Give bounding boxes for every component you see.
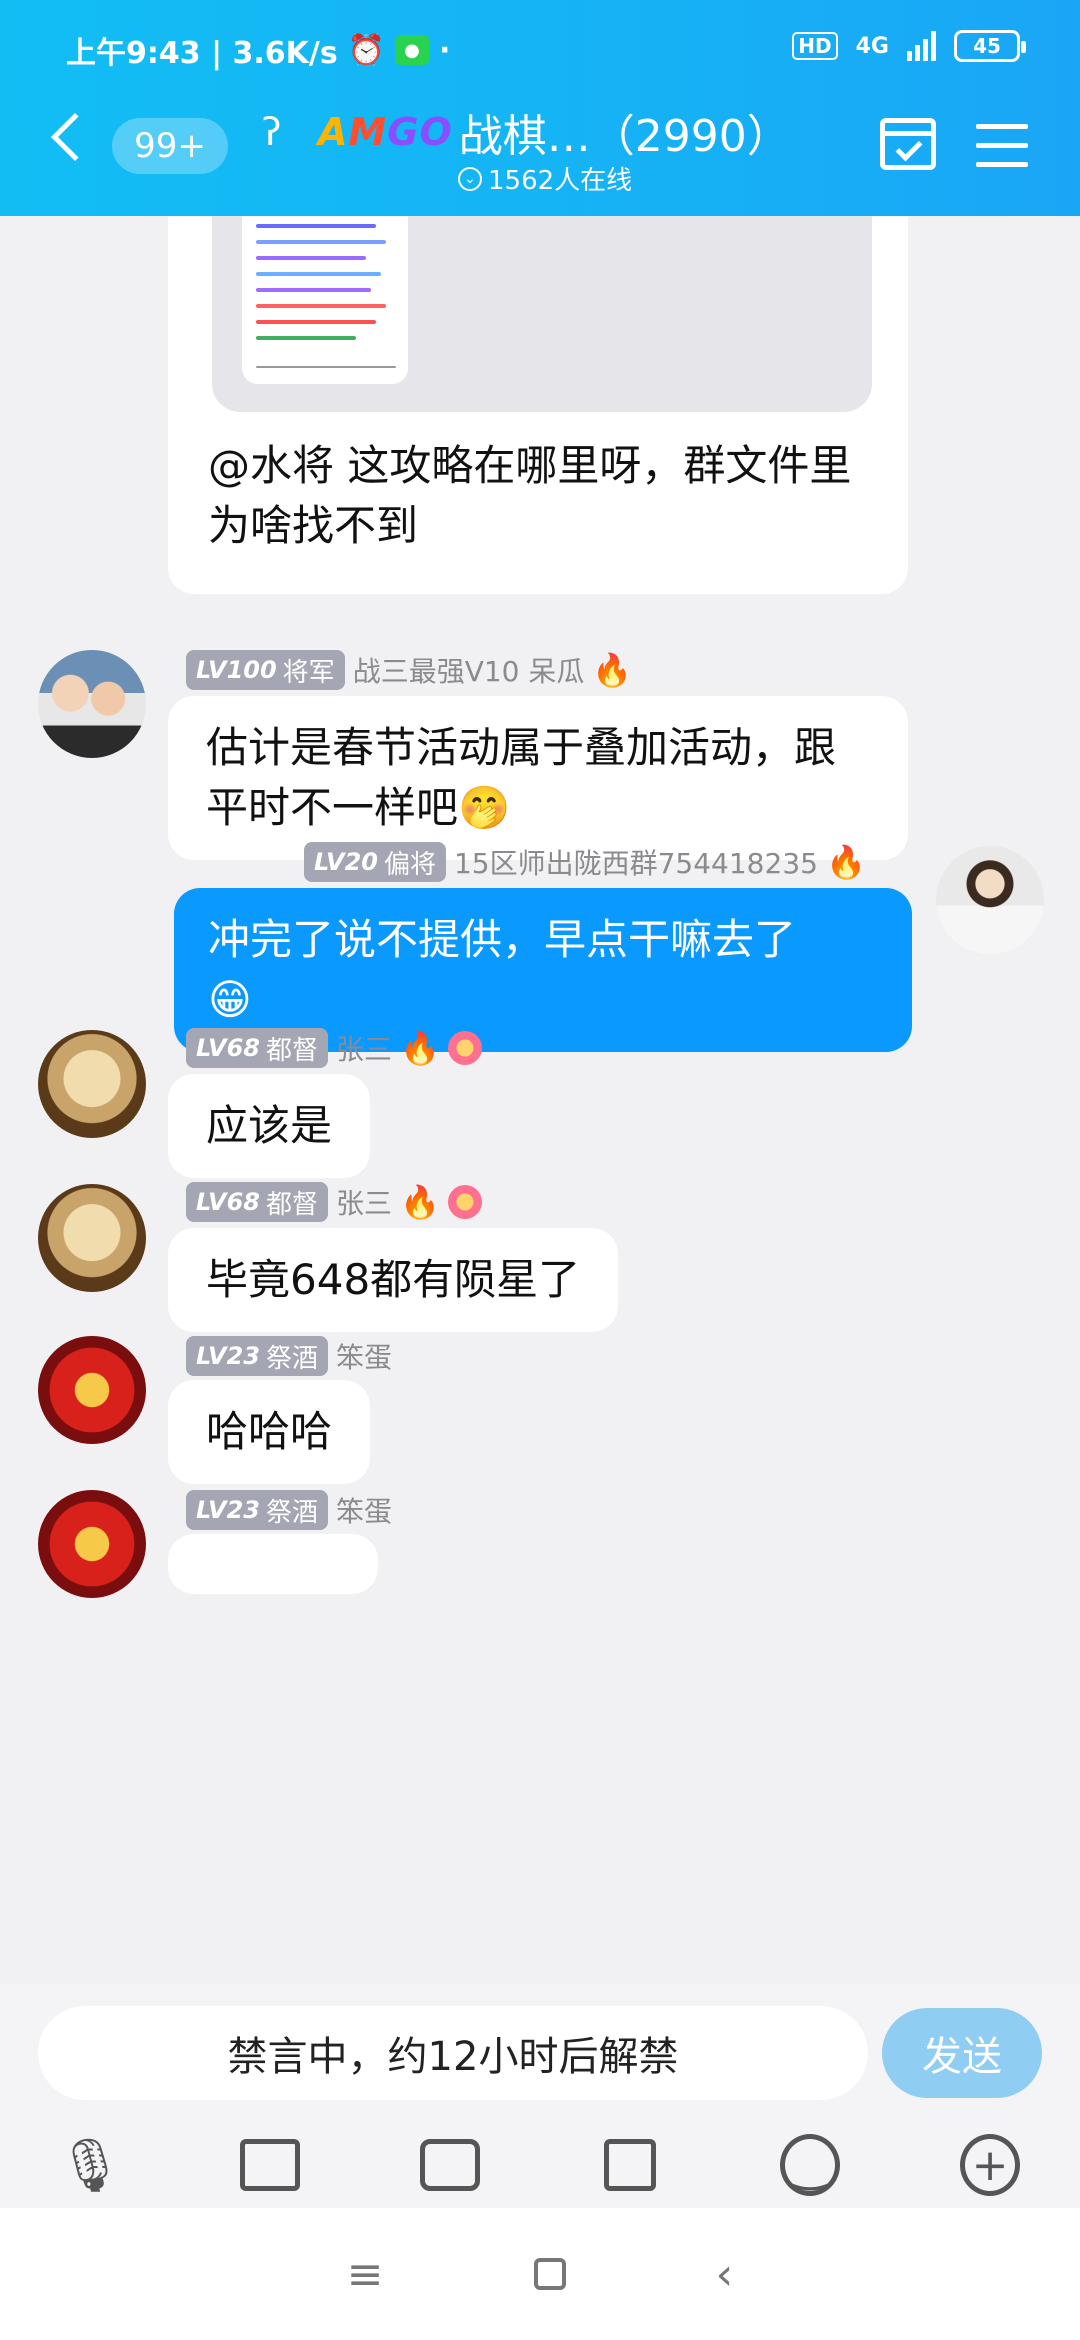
rank-label: 都督 bbox=[265, 1189, 318, 1220]
battery-icon: 45 bbox=[954, 30, 1026, 62]
rank-label: 都督 bbox=[265, 1035, 318, 1066]
system-nav-bar: ≡ ‹ bbox=[0, 2208, 1080, 2340]
rank-label: 将军 bbox=[282, 657, 335, 688]
message-text: 应该是 bbox=[206, 1101, 333, 1150]
sender-meta: LV68 都督 张三 🔥 bbox=[186, 1028, 482, 1068]
image-icon[interactable] bbox=[240, 2135, 300, 2195]
level-badge: LV100 将军 bbox=[186, 650, 345, 690]
avatar[interactable] bbox=[38, 1336, 146, 1444]
message-text: 估计是春节活动属于叠加活动，跟平时不一样吧 bbox=[206, 723, 837, 832]
avatar[interactable] bbox=[38, 1030, 146, 1138]
level-badge: LV68 都督 bbox=[186, 1182, 328, 1222]
back-nav-icon[interactable]: ‹ bbox=[716, 2249, 734, 2300]
sender-name[interactable]: 战三最强V10 呆瓜 bbox=[353, 650, 585, 690]
message-bubble[interactable]: 哈哈哈 bbox=[168, 1380, 371, 1484]
menu-icon[interactable] bbox=[976, 124, 1028, 181]
avatar[interactable] bbox=[936, 846, 1044, 954]
sender-name[interactable]: 张三 bbox=[336, 1028, 392, 1068]
level-badge: LV68 都督 bbox=[186, 1028, 328, 1068]
sender-name[interactable]: 15区师出陇西群754418235 bbox=[454, 842, 818, 882]
message-text: 毕竟648都有陨星了 bbox=[206, 1255, 581, 1304]
image-message-card[interactable]: @水将 这攻略在哪里呀，群文件里为啥找不到 bbox=[168, 216, 908, 594]
back-icon[interactable] bbox=[50, 112, 100, 162]
rank-label: 偏将 bbox=[383, 849, 436, 880]
level-badge: LV23 祭酒 bbox=[186, 1336, 328, 1376]
sender-meta: LV68 都督 张三 🔥 bbox=[186, 1182, 482, 1222]
rank-label: 祭酒 bbox=[265, 1497, 318, 1528]
chat-header: 上午9:43 | 3.6K/s ⏰ ● · HD 4G 45 99+ ʔ AMG… bbox=[0, 0, 1080, 216]
flame-icon: 🔥 bbox=[400, 1029, 440, 1067]
alarm-icon: ⏰ bbox=[347, 32, 386, 68]
message-text: 冲完了说不提供，早点干嘛去了 bbox=[208, 915, 797, 964]
emoji: 😁 bbox=[208, 975, 252, 1024]
message-bubble[interactable]: 应该是 bbox=[168, 1074, 371, 1178]
muted-notice: 禁言中，约12小时后解禁 bbox=[227, 2034, 679, 2080]
message-bubble[interactable]: 估计是春节活动属于叠加活动，跟平时不一样吧🤭 bbox=[168, 696, 908, 860]
home-icon[interactable] bbox=[533, 2258, 566, 2290]
avatar[interactable] bbox=[38, 1490, 146, 1598]
ear-icon[interactable]: ʔ bbox=[262, 110, 281, 154]
dot-icon: · bbox=[439, 32, 451, 68]
file-icon[interactable] bbox=[600, 2135, 660, 2195]
level-badge: LV20 偏将 bbox=[304, 842, 446, 882]
battery-level: 45 bbox=[973, 34, 1001, 58]
chevron-down-icon: ⌄ bbox=[458, 166, 482, 191]
recent-apps-icon[interactable]: ≡ bbox=[347, 2249, 384, 2300]
flame-icon: 🔥 bbox=[400, 1183, 440, 1221]
signal-icon bbox=[907, 31, 936, 61]
hd-icon: HD bbox=[792, 32, 838, 60]
input-bar: 禁言中，约12小时后解禁 发送 bbox=[0, 1984, 1080, 2122]
sender-meta: LV23 祭酒 笨蛋 bbox=[186, 1490, 392, 1530]
sender-meta: LV100 将军 战三最强V10 呆瓜 🔥 bbox=[186, 650, 632, 690]
rank-label: 祭酒 bbox=[265, 1343, 318, 1374]
message-input[interactable]: 禁言中，约12小时后解禁 bbox=[38, 2006, 868, 2100]
message-bubble[interactable]: 毕竟648都有陨星了 bbox=[168, 1228, 619, 1332]
network-label: 4G bbox=[855, 33, 889, 59]
mic-icon[interactable]: 🎙 bbox=[57, 2135, 123, 2196]
level-number: LV23 bbox=[196, 1496, 260, 1524]
avatar[interactable] bbox=[38, 1184, 146, 1292]
flower-icon bbox=[447, 1031, 482, 1065]
screenshot-thumbnail bbox=[242, 216, 408, 384]
level-number: LV23 bbox=[196, 1342, 260, 1370]
group-title: 战棋…（2990） bbox=[458, 111, 791, 162]
sender-meta: LV23 祭酒 笨蛋 bbox=[186, 1336, 392, 1376]
level-number: LV20 bbox=[314, 848, 378, 876]
emoji: 🤭 bbox=[458, 783, 511, 832]
send-button[interactable]: 发送 bbox=[882, 2008, 1042, 2098]
image-preview[interactable] bbox=[212, 216, 872, 412]
message-text: @水将 这攻略在哪里呀，群文件里为啥找不到 bbox=[208, 441, 852, 550]
level-number: LV68 bbox=[196, 1188, 260, 1216]
avatar[interactable] bbox=[38, 650, 146, 758]
sender-name[interactable]: 张三 bbox=[336, 1182, 392, 1222]
group-logo: AMGO bbox=[318, 110, 453, 154]
sender-name[interactable]: 笨蛋 bbox=[336, 1490, 392, 1530]
emoji-icon[interactable]: ‿ bbox=[780, 2134, 840, 2196]
online-label: 1562人在线 bbox=[488, 166, 633, 196]
unread-badge[interactable]: 99+ bbox=[112, 118, 228, 174]
flower-icon bbox=[447, 1185, 482, 1219]
online-count[interactable]: ⌄ 1562人在线 bbox=[458, 160, 632, 197]
level-number: LV100 bbox=[196, 656, 277, 684]
camera-icon[interactable] bbox=[420, 2135, 480, 2195]
status-time: 上午9:43 | 3.6K/s bbox=[66, 36, 338, 71]
input-toolbar: 🎙 ‿ + bbox=[0, 2122, 1080, 2208]
message-bubble[interactable] bbox=[168, 1534, 378, 1594]
message-list[interactable]: @水将 这攻略在哪里呀，群文件里为啥找不到 LV100 将军 战三最强V10 呆瓜… bbox=[0, 216, 1080, 1984]
level-number: LV68 bbox=[196, 1034, 260, 1062]
plus-icon[interactable]: + bbox=[960, 2134, 1020, 2196]
wechat-icon: ● bbox=[395, 35, 430, 65]
flame-icon: 🔥 bbox=[825, 843, 866, 881]
calendar-check-icon[interactable] bbox=[880, 118, 936, 170]
group-title-row[interactable]: AMGO 战棋…（2990） bbox=[318, 100, 791, 164]
sender-meta: LV20 偏将 15区师出陇西群754418235 🔥 bbox=[304, 842, 866, 882]
sender-name[interactable]: 笨蛋 bbox=[336, 1336, 392, 1376]
status-bar-right: HD 4G 45 bbox=[792, 30, 1026, 62]
status-bar-left: 上午9:43 | 3.6K/s ⏰ ● · bbox=[66, 28, 450, 72]
level-badge: LV23 祭酒 bbox=[186, 1490, 328, 1530]
flame-icon: 🔥 bbox=[592, 651, 633, 689]
message-text: 哈哈哈 bbox=[206, 1407, 333, 1456]
